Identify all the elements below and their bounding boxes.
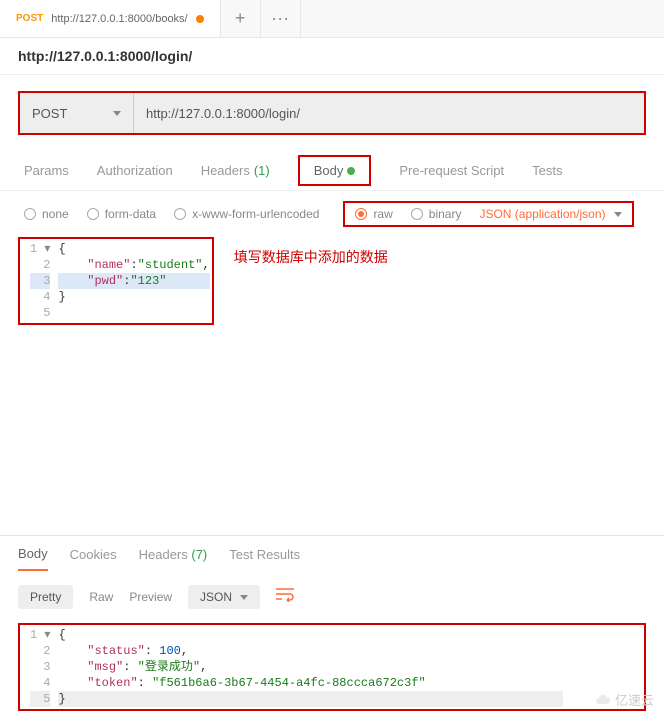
cloud-icon [595,692,611,708]
response-body-editor[interactable]: 1 ▾ 2 3 4 5 { "status": 100, "msg": "登录成… [22,627,642,707]
tab-headers-count: (1) [254,163,270,178]
view-preview[interactable]: Preview [129,590,172,604]
method-url-row: POST http://127.0.0.1:8000/login/ [18,91,646,135]
view-raw[interactable]: Raw [89,590,113,604]
content-type-value: JSON (application/json) [479,207,605,221]
tab-headers[interactable]: Headers (1) [201,163,270,178]
unsaved-dot-icon [196,15,204,23]
request-subtabs: Params Authorization Headers (1) Body Pr… [0,151,664,191]
raw-json-box: raw binary JSON (application/json) [343,201,633,227]
response-tab-cookies[interactable]: Cookies [70,547,117,570]
tab-bar: POST http://127.0.0.1:8000/books/ + ··· [0,0,664,38]
chevron-down-icon [614,212,622,217]
tab-url-text: http://127.0.0.1:8000/books/ [51,13,187,25]
code-content: { "status": 100, "msg": "登录成功", "token":… [58,627,562,707]
tab-body-label: Body [314,163,344,178]
request-body-editor-box: 1 ▾ 2 3 4 5 { "name":"student", "pwd":"1… [18,237,214,325]
url-input[interactable]: http://127.0.0.1:8000/login/ [134,93,644,133]
annotation-text: 填写数据库中添加的数据 [214,237,388,325]
response-headers-label: Headers [139,547,188,562]
radio-raw[interactable]: raw [355,207,392,221]
wrap-lines-icon[interactable] [276,588,294,607]
tab-more-button[interactable]: ··· [261,0,301,37]
response-tab-testresults[interactable]: Test Results [229,547,300,570]
body-type-row: none form-data x-www-form-urlencoded raw… [0,191,664,237]
request-body-editor[interactable]: 1 ▾ 2 3 4 5 { "name":"student", "pwd":"1… [22,241,210,321]
url-input-value: http://127.0.0.1:8000/login/ [146,106,300,121]
tab-params[interactable]: Params [24,163,69,178]
response-format-dropdown[interactable]: JSON [188,585,260,609]
request-tab[interactable]: POST http://127.0.0.1:8000/books/ [0,0,221,37]
response-format-value: JSON [200,590,232,604]
tab-tests[interactable]: Tests [532,163,562,178]
view-pretty[interactable]: Pretty [18,585,73,609]
watermark: 亿速云 [595,690,654,709]
method-select[interactable]: POST [20,93,134,133]
method-select-value: POST [32,106,67,121]
watermark-text: 亿速云 [615,690,654,709]
tab-authorization[interactable]: Authorization [97,163,173,178]
radio-icon [355,208,367,220]
body-active-dot-icon [347,167,355,175]
chevron-down-icon [113,111,121,116]
chevron-down-icon [240,595,248,600]
request-name: http://127.0.0.1:8000/login/ [0,38,664,75]
radio-formdata[interactable]: form-data [87,207,156,221]
response-headers-count: (7) [191,547,207,562]
tab-method-badge: POST [16,13,43,24]
radio-none[interactable]: none [24,207,69,221]
response-body-box: 1 ▾ 2 3 4 5 { "status": 100, "msg": "登录成… [18,623,646,711]
response-tabs: Body Cookies Headers (7) Test Results [0,536,664,571]
new-tab-button[interactable]: + [221,0,261,37]
radio-icon [87,208,99,220]
radio-icon [411,208,423,220]
tab-body[interactable]: Body [298,155,372,186]
radio-binary[interactable]: binary [411,207,462,221]
response-tab-body[interactable]: Body [18,546,48,571]
radio-raw-label: raw [373,207,392,221]
line-gutter: 1 ▾ 2 3 4 5 [22,241,58,321]
content-type-dropdown[interactable]: JSON (application/json) [479,207,621,221]
tab-headers-label: Headers [201,163,250,178]
code-content: { "name":"student", "pwd":"123" } [58,241,209,321]
response-tab-headers[interactable]: Headers (7) [139,547,208,570]
tab-prerequest[interactable]: Pre-request Script [399,163,504,178]
radio-icon [174,208,186,220]
radio-formdata-label: form-data [105,207,156,221]
radio-icon [24,208,36,220]
response-view-row: Pretty Raw Preview JSON [0,571,664,623]
line-gutter: 1 ▾ 2 3 4 5 [22,627,58,707]
radio-binary-label: binary [429,207,462,221]
radio-none-label: none [42,207,69,221]
radio-urlencoded-label: x-www-form-urlencoded [192,207,319,221]
radio-urlencoded[interactable]: x-www-form-urlencoded [174,207,319,221]
